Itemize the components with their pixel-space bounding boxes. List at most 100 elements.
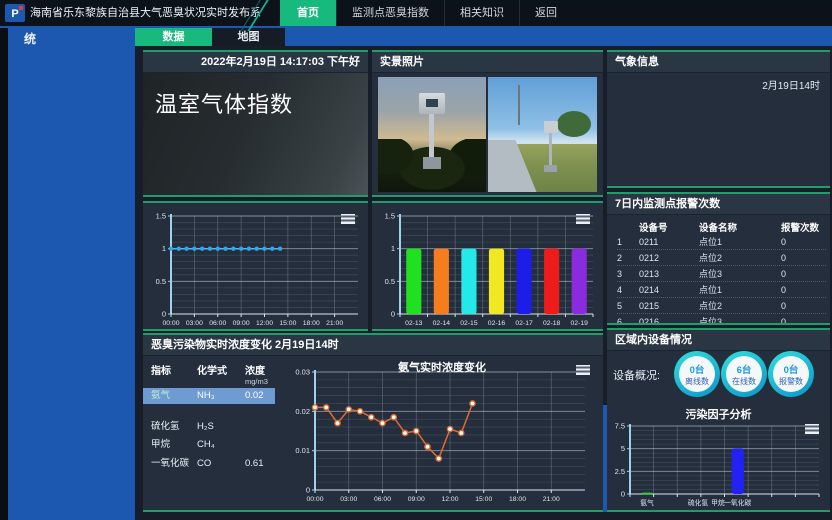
svg-text:0: 0	[306, 486, 310, 495]
topbar: P 海南省乐东黎族自治县大气恶臭状况实时发布系 首页 监测点恶臭指数 相关知识 …	[0, 0, 832, 26]
left-sidebar: 统	[8, 26, 135, 520]
panel-alarm-counts: 7日内监测点报警次数 设备号 设备名称 报警次数 10211点位1020212点…	[607, 192, 830, 325]
table-cell: 6	[617, 317, 639, 326]
table-row[interactable]: 20212点位20	[617, 250, 826, 266]
svg-text:06:00: 06:00	[374, 496, 391, 503]
nav-item-knowledge[interactable]: 相关知识	[444, 0, 519, 26]
panel-title: 恶臭污染物实时浓度变化 2月19日14时	[143, 335, 603, 356]
table-cell: 硫化氢	[151, 420, 197, 434]
offline-label: 离线数	[685, 376, 709, 387]
weather-time: 2月19日14时	[607, 73, 830, 92]
panel-daily-bars: 00.511.502-1302-1402-1502-1602-1702-1802…	[372, 201, 603, 331]
device-overview-label: 设备概况:	[613, 367, 660, 383]
svg-text:氨气: 氨气	[640, 498, 654, 507]
tab-data[interactable]: 数据	[135, 28, 212, 46]
topbar-underline	[0, 26, 832, 28]
logo-letter: P	[11, 8, 18, 20]
nav-item-odor-index[interactable]: 监测点恶臭指数	[336, 0, 444, 26]
svg-text:1: 1	[162, 244, 166, 253]
device-pole	[429, 114, 434, 160]
table-cell: 0	[781, 253, 826, 263]
table-cell: 甲烷	[151, 438, 197, 452]
svg-text:02-19: 02-19	[571, 320, 589, 327]
table-row[interactable]: 50215点位20	[617, 298, 826, 314]
table-cell	[245, 420, 283, 434]
svg-text:18:00: 18:00	[509, 496, 526, 503]
svg-text:02-15: 02-15	[460, 320, 478, 327]
chart-menu-icon[interactable]	[802, 421, 822, 437]
svg-text:09:00: 09:00	[233, 320, 250, 327]
odor-body: 指标 化学式 浓度 mg/m3 氨气NH₃0.02硫化氢H₂S甲烷CH₄一氧化碳…	[143, 356, 603, 511]
panel-device-status: 区域内设备情况 设备概况: 0台 离线数 6台 在线数 0台 报警数	[607, 328, 830, 512]
photo-pole	[518, 85, 520, 125]
panel-weather: 气象信息 2月19日14时	[607, 50, 830, 188]
svg-text:7.5: 7.5	[615, 422, 625, 431]
svg-text:0.5: 0.5	[156, 277, 166, 286]
panel-site-photos: 实景照片	[372, 50, 603, 197]
panel-greeting: 2022年2月19日 14:17:03 下午好 温室气体指数	[143, 50, 368, 197]
svg-text:18:00: 18:00	[303, 320, 320, 327]
table-cell: 5	[617, 301, 639, 311]
table-cell: CH₄	[197, 438, 245, 452]
title-wrap-char: 统	[24, 30, 36, 47]
table-cell: 0.02	[245, 388, 283, 404]
svg-text:02-18: 02-18	[543, 320, 561, 327]
svg-text:15:00: 15:00	[475, 496, 492, 503]
panel-trend-chart: 00.511.500:0003:0006:0009:0012:0015:0018…	[143, 201, 368, 331]
panel-title: 区域内设备情况	[607, 330, 830, 351]
table-cell: 0212	[639, 253, 699, 263]
table-row[interactable]: 30213点位30	[617, 266, 826, 282]
nav-item-back[interactable]: 返回	[519, 0, 572, 26]
table-cell: 2	[617, 253, 639, 263]
table-cell: 0	[781, 301, 826, 311]
page-title: 温室气体指数	[143, 73, 368, 119]
table-cell: 点位3	[699, 315, 781, 325]
table-cell: 0	[781, 269, 826, 279]
table-cell	[245, 438, 283, 452]
table-cell: 点位2	[699, 299, 781, 312]
table-row[interactable]: 60216点位30	[617, 314, 826, 325]
alarm-table-rows: 10211点位1020212点位2030213点位3040214点位105021…	[617, 234, 826, 325]
greeting-body: 温室气体指数	[143, 73, 368, 196]
nav-item-home[interactable]: 首页	[280, 0, 336, 26]
table-cell: 点位1	[699, 235, 781, 248]
offline-count: 0台	[690, 362, 705, 376]
nh3-chart-area: 氨气实时浓度变化 00.010.020.0300:0003:0006:0009:…	[281, 356, 603, 511]
svg-text:一氧化碳: 一氧化碳	[724, 498, 751, 507]
device-pole	[549, 133, 552, 167]
table-header: 化学式	[197, 362, 245, 377]
chart-menu-icon[interactable]	[573, 362, 593, 378]
svg-text:1.5: 1.5	[385, 212, 395, 221]
logo-icon: P	[5, 4, 25, 22]
unit-row: mg/m3	[143, 377, 281, 386]
table-cell: 0216	[639, 317, 699, 326]
background-gap	[603, 405, 607, 512]
chart-menu-icon[interactable]	[338, 211, 358, 227]
svg-text:1.5: 1.5	[156, 212, 166, 221]
svg-text:03:00: 03:00	[186, 320, 203, 327]
table-row[interactable]: 10211点位10	[617, 234, 826, 250]
chart-menu-icon[interactable]	[573, 211, 593, 227]
table-cell: 0213	[639, 269, 699, 279]
svg-text:0: 0	[391, 310, 395, 319]
table-row[interactable]: 40214点位10	[617, 282, 826, 298]
photo-tree	[557, 111, 591, 137]
svg-text:02-16: 02-16	[488, 320, 506, 327]
app-title: 海南省乐东黎族自治县大气恶臭状况实时发布系	[30, 0, 261, 26]
panel-odor-concentration: 恶臭污染物实时浓度变化 2月19日14时 指标 化学式 浓度 mg/m3 氨气N…	[143, 333, 603, 512]
alarm-count: 0台	[784, 362, 799, 376]
table-cell: 0214	[639, 285, 699, 295]
panel-title: 实景照片	[372, 52, 603, 73]
table-cell: 3	[617, 269, 639, 279]
odor-row[interactable]: 一氧化碳CO0.61	[143, 457, 281, 471]
datetime-text: 2022年2月19日 14:17:03 下午好	[143, 52, 368, 73]
svg-text:15:00: 15:00	[279, 320, 296, 327]
svg-text:09:00: 09:00	[408, 496, 425, 503]
table-cell: 4	[617, 285, 639, 295]
main-nav: 首页 监测点恶臭指数 相关知识 返回	[280, 0, 572, 26]
device-base	[544, 165, 557, 172]
panel-title: 7日内监测点报警次数	[607, 194, 830, 215]
odor-row[interactable]: 硫化氢H₂S	[143, 420, 281, 434]
odor-row[interactable]: 氨气NH₃0.02	[143, 388, 275, 404]
odor-row[interactable]: 甲烷CH₄	[143, 438, 281, 452]
